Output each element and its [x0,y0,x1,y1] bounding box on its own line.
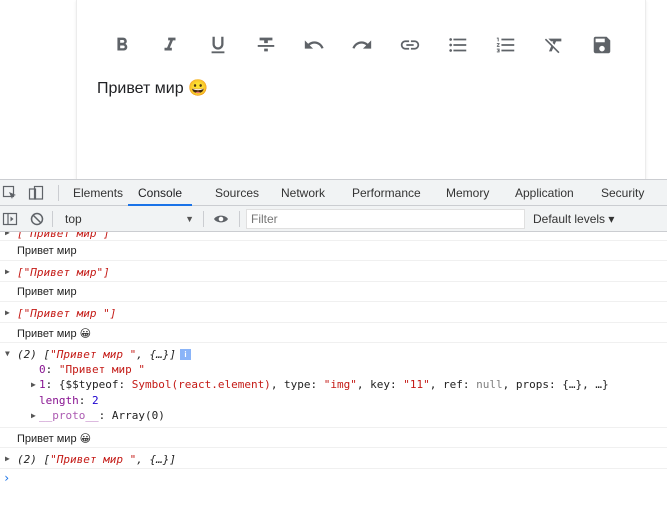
log-levels-dropdown[interactable]: Default levels ▾ [533,209,614,229]
console-prompt[interactable]: › [0,469,667,489]
undo-icon [304,40,324,49]
editor-toolbar [77,28,645,62]
save-icon [593,36,611,54]
eye-icon [214,215,228,223]
clear-formatting-button[interactable] [540,28,568,62]
inspect-cursor-icon [2,185,16,199]
toolbar-divider [58,185,59,201]
toolbar-divider [52,211,53,227]
toolbar-divider [203,211,204,227]
inspect-element-button[interactable] [0,183,20,203]
expand-arrow-icon[interactable]: ▶ [5,232,10,237]
undo-button[interactable] [300,28,328,62]
devtools-tabbar: Elements Console Sources Network Perform… [0,179,667,206]
devtools-panel: Elements Console Sources Network Perform… [0,179,667,505]
console-messages: ▶ ["Привет мир"] Привет мир ▶ ["Привет м… [0,232,667,505]
strikethrough-icon [257,37,275,52]
filter-input[interactable] [246,209,525,229]
bold-icon [117,37,128,51]
underline-icon [211,36,225,54]
strikethrough-button[interactable] [252,28,280,62]
tab-performance[interactable]: Performance [352,180,421,206]
console-message[interactable]: ▶ ["Привет мир "] [0,302,667,323]
expand-arrow-icon[interactable]: ▶ [31,380,36,389]
console-message: Привет мир [0,241,667,261]
redo-button[interactable] [348,28,376,62]
console-message: Привет мир 😀 [0,323,667,343]
live-expression-button[interactable] [211,209,231,229]
dropdown-arrow-icon: ▼ [185,214,194,224]
editor-content[interactable]: Привет мир 😀 [97,78,208,98]
console-message-expanded[interactable]: ▼ (2) ["Привет мир ", {…}] i 0: "Привет м… [0,343,667,428]
array-proto[interactable]: __proto__: Array(0) [39,409,165,422]
numbered-list-icon [496,37,515,53]
expand-arrow-icon[interactable]: ▶ [5,267,10,276]
context-selector[interactable]: top ▼ [58,209,198,229]
sidebar-toggle-icon [2,212,18,226]
expand-arrow-icon[interactable]: ▶ [5,308,10,317]
italic-button[interactable] [156,28,184,62]
expand-arrow-icon[interactable]: ▶ [5,454,10,463]
prompt-chevron-icon: › [3,471,11,485]
device-toolbar-button[interactable] [26,183,46,203]
console-message: Привет мир [0,282,667,302]
expand-arrow-icon[interactable]: ▶ [31,411,36,420]
tab-application[interactable]: Application [515,180,574,206]
array-length: length: 2 [39,394,99,407]
array-entry-0: 0: "Привет мир " [39,363,145,376]
bold-button[interactable] [108,28,136,62]
link-icon [400,40,420,50]
array-entry-1[interactable]: 1: {$$typeof: Symbol(react.element), typ… [39,378,609,391]
tab-network[interactable]: Network [281,180,325,206]
info-icon[interactable]: i [179,349,191,360]
underline-button[interactable] [204,28,232,62]
clear-console-icon [30,212,44,226]
rich-text-editor: Привет мир 😀 [76,0,646,179]
bulleted-list-button[interactable] [444,28,472,62]
italic-icon [164,37,176,51]
tab-security[interactable]: Security [601,180,644,206]
show-sidebar-button[interactable] [0,209,20,229]
tab-elements[interactable]: Elements [73,180,123,206]
collapse-arrow-icon[interactable]: ▼ [5,349,10,358]
toolbar-divider [239,211,240,227]
save-button[interactable] [588,28,616,62]
console-filter-bar: top ▼ Default levels ▾ [0,206,667,232]
device-toggle-icon [28,185,44,200]
redo-icon [352,40,372,49]
numbered-list-button[interactable] [492,28,520,62]
tab-console[interactable]: Console [128,180,193,206]
console-message[interactable]: ▶ ["Привет мир"] [0,232,667,241]
clear-formatting-icon [544,38,562,54]
console-message[interactable]: ▶ (2) ["Привет мир ", {…}] [0,448,667,469]
console-message[interactable]: ▶ ["Привет мир"] [0,261,667,282]
console-message: Привет мир 😀 [0,428,667,448]
tab-memory[interactable]: Memory [446,180,489,206]
tab-sources[interactable]: Sources [215,180,259,206]
link-button[interactable] [396,28,424,62]
clear-console-button[interactable] [27,209,47,229]
bulleted-list-icon [449,38,467,52]
context-selector-value: top [65,212,82,226]
